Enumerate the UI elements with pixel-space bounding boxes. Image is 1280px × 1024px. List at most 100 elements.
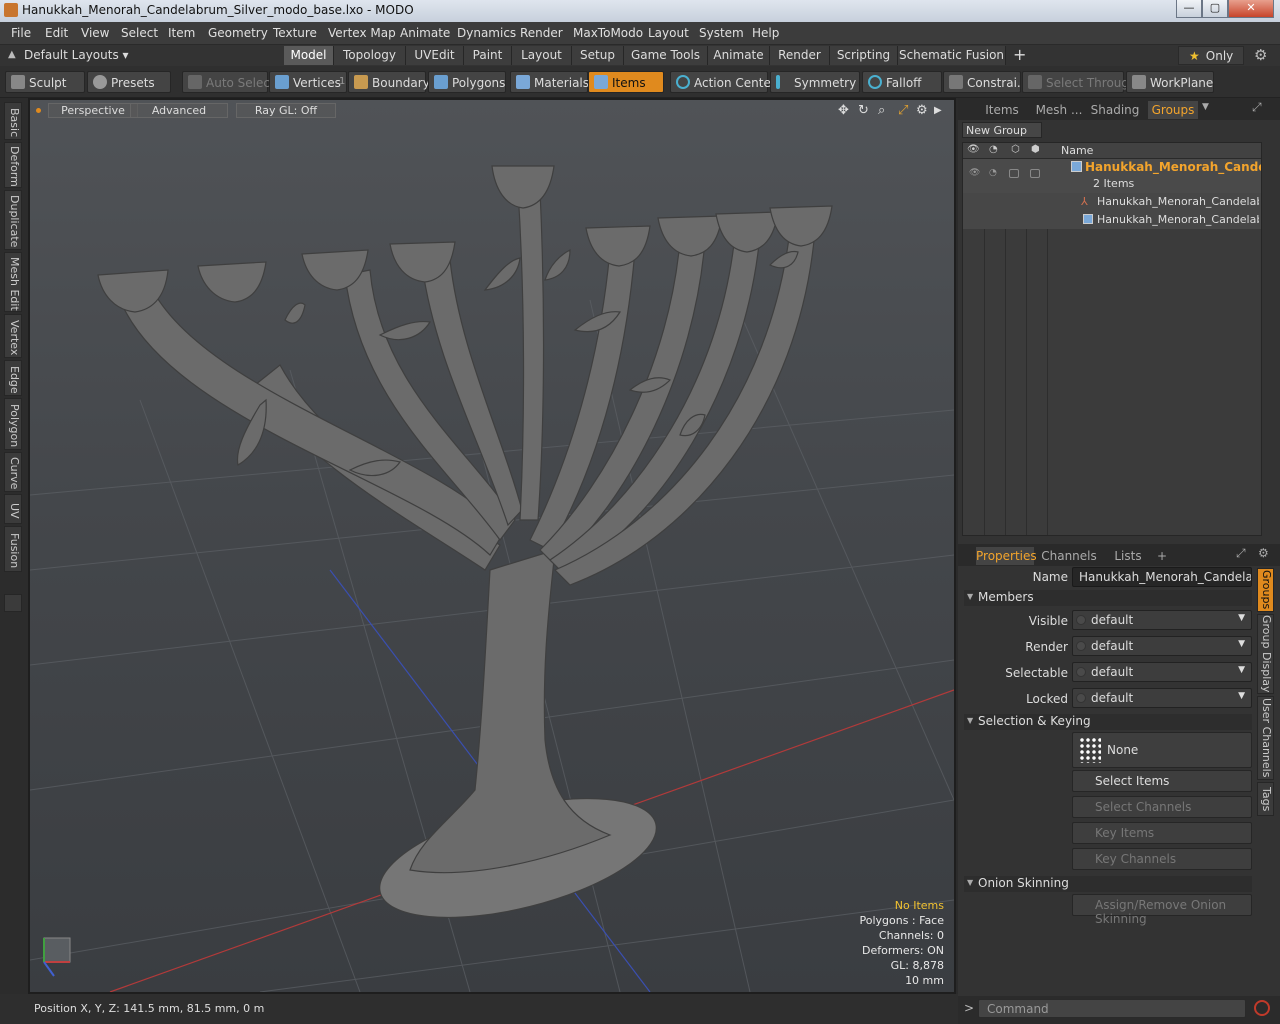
scene-render[interactable]	[30, 100, 954, 992]
menu-view[interactable]: View	[81, 26, 109, 40]
left-tab-duplicate[interactable]: Duplicate	[4, 190, 22, 250]
menu-system[interactable]: System	[699, 26, 744, 40]
left-tab-fusion[interactable]: Fusion	[4, 526, 22, 572]
tab-properties[interactable]: Properties	[976, 547, 1037, 565]
row-render-icon[interactable]: ◔	[989, 168, 997, 178]
tab-lists[interactable]: Lists	[1108, 547, 1148, 565]
render-icon[interactable]: ◔	[989, 144, 998, 155]
menu-dynamics[interactable]: Dynamics	[457, 26, 516, 40]
row-select-checkbox[interactable]	[1009, 169, 1019, 178]
add-tab-button[interactable]: +	[1154, 547, 1170, 565]
tab-schematic-fusion[interactable]: Schematic Fusion	[898, 46, 1006, 65]
3d-viewport[interactable]: Perspective Advanced Ray GL: Off ✥ ↻ ⌕ ⤢…	[28, 98, 956, 994]
fit-view-icon[interactable]: ⤢	[898, 103, 908, 118]
side-tab-tags[interactable]: Tags	[1257, 782, 1274, 816]
side-tab-group-display[interactable]: Group Display	[1257, 614, 1274, 694]
menu-item[interactable]: Item	[168, 26, 195, 40]
left-tab-edge[interactable]: Edge	[4, 360, 22, 396]
properties-expand-icon[interactable]: ⤢	[1236, 546, 1246, 561]
menu-animate[interactable]: Animate	[400, 26, 450, 40]
tab-layout[interactable]: Layout	[512, 46, 572, 65]
add-layout-tab-button[interactable]: +	[1013, 45, 1026, 64]
move-view-icon[interactable]: ✥	[838, 103, 849, 118]
left-tab-curve[interactable]: Curve	[4, 452, 22, 492]
menu-geometry[interactable]: Geometry	[208, 26, 268, 40]
locked-anim-dot[interactable]	[1076, 693, 1086, 703]
symmetry-button[interactable]: Symmetry	[770, 71, 860, 93]
menu-maxtomodo[interactable]: MaxToModo	[573, 26, 643, 40]
new-group-button[interactable]: New Group	[962, 122, 1042, 138]
tab-shading[interactable]: Shading	[1088, 101, 1142, 119]
tab-groups[interactable]: Groups	[1148, 101, 1198, 119]
close-button[interactable]: ✕	[1228, 0, 1274, 18]
render-dropdown[interactable]: default ▼	[1072, 636, 1252, 656]
menu-select[interactable]: Select	[121, 26, 158, 40]
polygons-button[interactable]: Polygons	[428, 71, 506, 93]
group-member-row[interactable]: ⅄ Hanukkah_Menorah_Candelab ...	[963, 193, 1261, 211]
tab-model[interactable]: Model	[284, 46, 334, 65]
menu-render[interactable]: Render	[520, 26, 563, 40]
menu-layout[interactable]: Layout	[648, 26, 689, 40]
panel-expand-icon[interactable]: ⤢	[1252, 100, 1262, 115]
left-tab-polygon[interactable]: Polygon	[4, 398, 22, 450]
tab-setup[interactable]: Setup	[572, 46, 624, 65]
rotate-view-icon[interactable]: ↻	[858, 103, 869, 118]
select-lock-icon[interactable]: ⬡	[1011, 144, 1020, 155]
constraints-button[interactable]: Constrai...	[943, 71, 1028, 93]
select-items-button[interactable]: Select Items	[1072, 770, 1252, 792]
falloff-button[interactable]: Falloff	[862, 71, 942, 93]
group-name-field[interactable]: Hanukkah_Menorah_Candelabrum_	[1072, 567, 1252, 587]
visible-dropdown[interactable]: default ▼	[1072, 610, 1252, 630]
onion-skinning-section[interactable]: ▼ Onion Skinning	[964, 876, 1252, 892]
select-through-button[interactable]: Select Through	[1022, 71, 1137, 93]
materials-button[interactable]: Materials	[510, 71, 589, 93]
tab-mesh[interactable]: Mesh ...	[1032, 101, 1086, 119]
left-tab-vertex[interactable]: Vertex	[4, 314, 22, 358]
visibility-eye-icon[interactable]: 👁	[967, 144, 980, 155]
sculpt-button[interactable]: Sculpt	[5, 71, 85, 93]
row-lock-checkbox[interactable]	[1030, 169, 1040, 178]
command-record-icon[interactable]	[1254, 1000, 1270, 1016]
properties-gear-icon[interactable]: ⚙	[1258, 546, 1269, 560]
select-channels-button[interactable]: Select Channels	[1072, 796, 1252, 818]
tab-uvedit[interactable]: UVEdit	[406, 46, 464, 65]
group-member-row[interactable]: Hanukkah_Menorah_Candelab ...	[963, 211, 1261, 229]
selection-keying-section[interactable]: ▼ Selection & Keying	[964, 714, 1252, 730]
shading-mode-button[interactable]: Advanced	[130, 103, 228, 118]
menu-help[interactable]: Help	[752, 26, 779, 40]
auto-select-button[interactable]: Auto Select	[182, 71, 275, 93]
left-tab-uv[interactable]: UV	[4, 494, 22, 524]
command-input[interactable]: Command	[978, 999, 1246, 1018]
maximize-button[interactable]: ▢	[1202, 0, 1228, 18]
side-tab-groups[interactable]: Groups	[1257, 568, 1274, 612]
menu-edit[interactable]: Edit	[45, 26, 68, 40]
visible-anim-dot[interactable]	[1076, 615, 1086, 625]
minimize-button[interactable]: —	[1176, 0, 1202, 18]
panel-tabs-dropdown-icon[interactable]: ▼	[1202, 102, 1209, 112]
left-tab-mesh-edit[interactable]: Mesh Edit	[4, 252, 22, 312]
gear-icon[interactable]: ⚙	[1254, 46, 1267, 64]
key-items-button[interactable]: Key Items	[1072, 822, 1252, 844]
default-layouts-dropdown[interactable]: Default Layouts ▾	[24, 48, 129, 62]
collapse-arrow-icon[interactable]: ▲	[8, 49, 16, 60]
selectable-dropdown[interactable]: default ▼	[1072, 662, 1252, 682]
boundary-button[interactable]: Boundary	[348, 71, 430, 93]
left-tab-extra[interactable]	[4, 594, 22, 612]
render-anim-dot[interactable]	[1076, 641, 1086, 651]
view-type-button[interactable]: Perspective	[48, 103, 138, 118]
viewport-menu-arrow-icon[interactable]: ▶	[934, 105, 942, 116]
tab-topology[interactable]: Topology	[334, 46, 406, 65]
key-channels-button[interactable]: Key Channels	[1072, 848, 1252, 870]
tab-paint[interactable]: Paint	[464, 46, 512, 65]
side-tab-user-channels[interactable]: User Channels	[1257, 696, 1274, 780]
vertices-button[interactable]: Vertices	[269, 71, 347, 93]
group-row[interactable]: 👁 ◔ Hanukkah_Menorah_Candel... 2 Items	[963, 159, 1261, 193]
tab-render[interactable]: Render	[770, 46, 830, 65]
zoom-view-icon[interactable]: ⌕	[878, 103, 885, 118]
tab-items[interactable]: Items	[980, 101, 1024, 119]
left-tab-basic[interactable]: Basic	[4, 102, 22, 140]
row-eye-icon[interactable]: 👁	[969, 168, 980, 178]
tab-scripting[interactable]: Scripting	[830, 46, 898, 65]
raygl-toggle-button[interactable]: Ray GL: Off	[236, 103, 336, 118]
left-tab-deform[interactable]: Deform	[4, 142, 22, 188]
